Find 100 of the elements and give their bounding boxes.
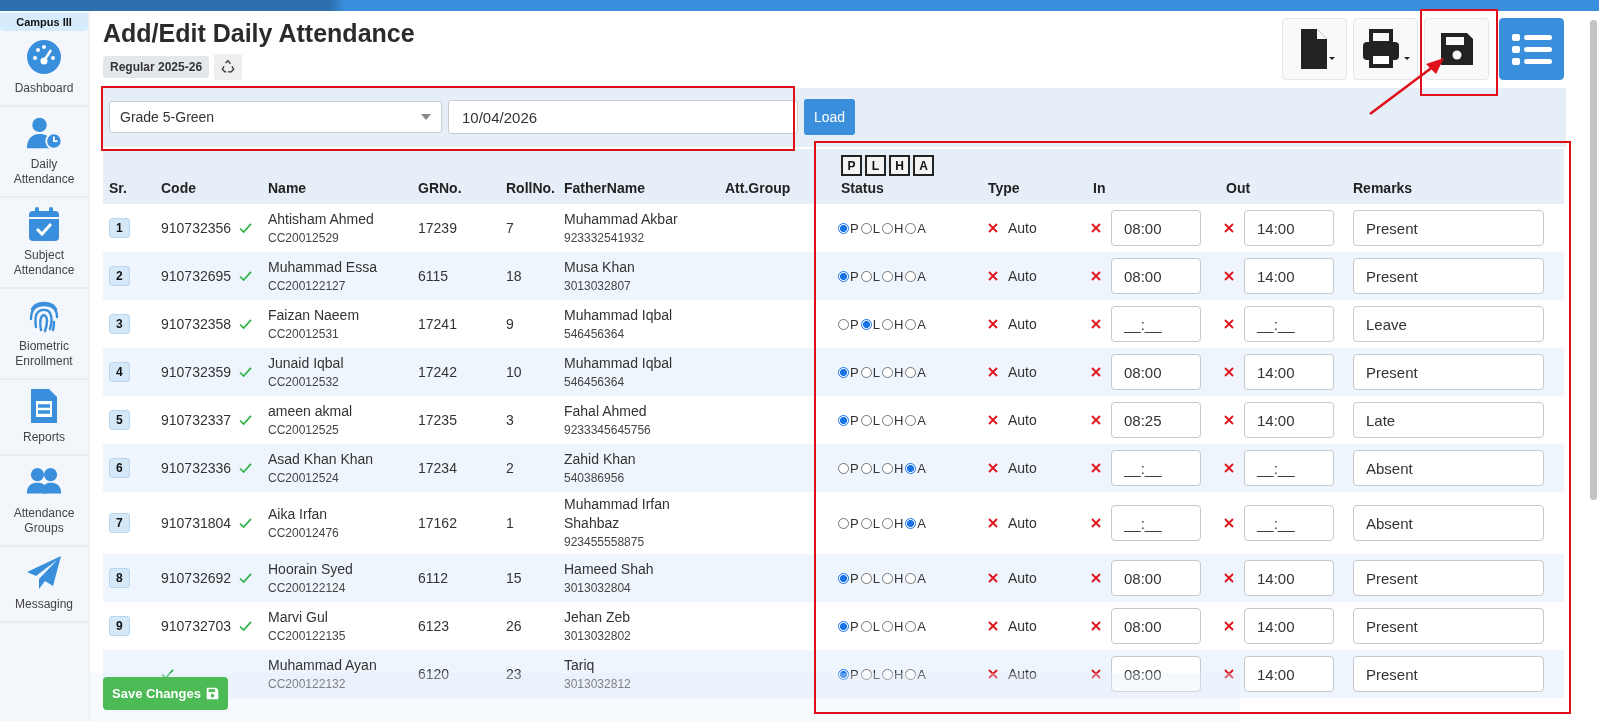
status-radio[interactable]: H (881, 316, 904, 332)
clear-icon[interactable] (1091, 367, 1101, 377)
time-in-field[interactable]: 08:00 (1111, 210, 1201, 246)
clear-icon[interactable] (1224, 415, 1234, 425)
time-in-field[interactable]: 08:00 (1111, 656, 1201, 692)
clear-icon[interactable] (1091, 463, 1101, 473)
time-in-field[interactable]: __:__ (1111, 450, 1201, 486)
status-radio[interactable]: P (838, 412, 859, 428)
status-radio[interactable]: H (881, 220, 904, 236)
status-radio[interactable]: P (838, 570, 859, 586)
status-radio[interactable]: A (905, 268, 926, 284)
time-in-field[interactable]: 08:00 (1111, 354, 1201, 390)
remarks-field[interactable]: Present (1353, 656, 1544, 692)
status-radio[interactable]: L (860, 460, 880, 476)
time-out-field[interactable]: 14:00 (1244, 656, 1334, 692)
remarks-field[interactable]: Leave (1353, 306, 1544, 342)
status-radio[interactable]: H (881, 364, 904, 380)
time-out-field[interactable]: 14:00 (1244, 258, 1334, 294)
clear-icon[interactable] (1091, 621, 1101, 631)
time-out-field[interactable]: __:__ (1244, 306, 1334, 342)
time-in-field[interactable]: 08:25 (1111, 402, 1201, 438)
remarks-field[interactable]: Late (1353, 402, 1544, 438)
clear-icon[interactable] (1091, 518, 1101, 528)
set-all-status-button[interactable]: A (913, 155, 934, 176)
clear-icon[interactable] (1224, 367, 1234, 377)
status-radio[interactable]: L (860, 412, 880, 428)
time-in-field[interactable]: 08:00 (1111, 608, 1201, 644)
status-radio[interactable]: P (838, 268, 859, 284)
status-radio[interactable]: P (838, 666, 859, 682)
sidebar-item[interactable]: Messaging (0, 547, 88, 623)
clear-icon[interactable] (1224, 319, 1234, 329)
clear-icon[interactable] (988, 518, 998, 528)
status-radio[interactable]: P (838, 220, 859, 236)
class-select[interactable]: Grade 5-Green (109, 101, 442, 133)
clear-icon[interactable] (1224, 573, 1234, 583)
status-radio[interactable]: A (905, 412, 926, 428)
status-radio[interactable]: A (905, 220, 926, 236)
status-radio[interactable]: H (881, 460, 904, 476)
clear-icon[interactable] (1091, 415, 1101, 425)
status-radio[interactable]: A (905, 460, 926, 476)
status-radio[interactable]: P (838, 460, 859, 476)
status-radio[interactable]: L (860, 364, 880, 380)
status-radio[interactable]: L (860, 618, 880, 634)
status-radio[interactable]: A (905, 666, 926, 682)
time-out-field[interactable]: 14:00 (1244, 608, 1334, 644)
sidebar-item[interactable]: Subject Attendance (0, 198, 88, 289)
clear-icon[interactable] (1091, 669, 1101, 679)
clear-icon[interactable] (1224, 271, 1234, 281)
sidebar-item[interactable]: Reports (0, 380, 88, 456)
clear-icon[interactable] (1224, 223, 1234, 233)
remarks-field[interactable]: Present (1353, 560, 1544, 596)
status-radio[interactable]: L (860, 220, 880, 236)
status-radio[interactable]: H (881, 570, 904, 586)
remarks-field[interactable]: Present (1353, 258, 1544, 294)
status-radio[interactable]: H (881, 618, 904, 634)
status-radio[interactable]: P (838, 364, 859, 380)
status-radio[interactable]: L (860, 570, 880, 586)
remarks-field[interactable]: Absent (1353, 505, 1544, 541)
remarks-field[interactable]: Absent (1353, 450, 1544, 486)
sidebar-item[interactable]: Attendance Groups (0, 456, 88, 547)
sidebar-item[interactable]: Dashboard (0, 31, 88, 107)
set-all-status-button[interactable]: P (841, 155, 862, 176)
refresh-button[interactable] (214, 54, 243, 80)
date-field[interactable]: 10/04/2026 (448, 100, 798, 134)
clear-icon[interactable] (1224, 669, 1234, 679)
status-radio[interactable]: P (838, 618, 859, 634)
clear-icon[interactable] (1091, 319, 1101, 329)
save-button[interactable] (1424, 18, 1489, 80)
status-radio[interactable]: H (881, 515, 904, 531)
clear-icon[interactable] (1224, 463, 1234, 473)
status-radio[interactable]: H (881, 268, 904, 284)
remarks-field[interactable]: Present (1353, 210, 1544, 246)
status-radio[interactable]: A (905, 364, 926, 380)
clear-icon[interactable] (1224, 518, 1234, 528)
status-radio[interactable]: A (905, 618, 926, 634)
status-radio[interactable]: A (905, 316, 926, 332)
set-all-status-button[interactable]: L (865, 155, 886, 176)
time-out-field[interactable]: __:__ (1244, 450, 1334, 486)
time-out-field[interactable]: __:__ (1244, 505, 1334, 541)
clear-icon[interactable] (988, 573, 998, 583)
remarks-field[interactable]: Present (1353, 608, 1544, 644)
set-all-status-button[interactable]: H (889, 155, 910, 176)
clear-icon[interactable] (988, 463, 998, 473)
clear-icon[interactable] (988, 271, 998, 281)
time-out-field[interactable]: 14:00 (1244, 354, 1334, 390)
time-in-field[interactable]: 08:00 (1111, 560, 1201, 596)
clear-icon[interactable] (988, 319, 998, 329)
clear-icon[interactable] (1224, 621, 1234, 631)
clear-icon[interactable] (988, 223, 998, 233)
status-radio[interactable]: H (881, 666, 904, 682)
sidebar-item[interactable]: Biometric Enrollment (0, 289, 88, 380)
clear-icon[interactable] (988, 669, 998, 679)
status-radio[interactable]: L (860, 515, 880, 531)
remarks-field[interactable]: Present (1353, 354, 1544, 390)
status-radio[interactable]: P (838, 515, 859, 531)
time-out-field[interactable]: 14:00 (1244, 210, 1334, 246)
clear-icon[interactable] (1091, 573, 1101, 583)
clear-icon[interactable] (1091, 223, 1101, 233)
export-dropdown-button[interactable] (1282, 18, 1347, 80)
status-radio[interactable]: H (881, 412, 904, 428)
